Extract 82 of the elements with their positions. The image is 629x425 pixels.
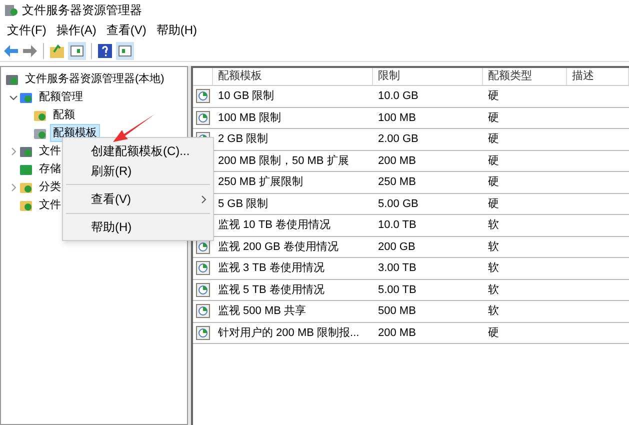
table-cell-text: 软 — [487, 282, 500, 298]
column-header[interactable]: 配额模板 — [213, 68, 373, 85]
table-cell-text: 硬 — [487, 196, 500, 212]
column-header[interactable]: 描述 — [567, 68, 629, 85]
back-icon[interactable] — [3, 44, 19, 58]
table-cell-text: 5.00 GB — [377, 196, 420, 212]
table-cell-text: 2.00 GB — [377, 132, 420, 147]
menu-item[interactable]: 文件(F) — [2, 21, 52, 39]
template-icon — [196, 304, 210, 318]
table-cell-text: 200 MB 限制，50 MB 扩展 — [217, 154, 350, 168]
table-cell-text: 250 MB — [377, 175, 417, 190]
table-cell-text: 200 MB — [377, 326, 417, 340]
menu-item[interactable]: 帮助(H) — [151, 21, 202, 39]
table-cell-text: 硬 — [487, 175, 500, 190]
folder-icon — [33, 108, 47, 122]
tree-item[interactable]: 存储 — [36, 160, 64, 178]
app-icon — [4, 3, 18, 17]
menu-item[interactable]: 操作(A) — [51, 21, 102, 39]
table-cell-text: 硬 — [487, 89, 500, 104]
tree-item[interactable]: 文件服务器资源管理器(本地) — [22, 70, 168, 88]
table-cell-text: 500 MB — [377, 304, 417, 319]
table-cell-text: 硬 — [487, 154, 500, 168]
tree-item[interactable]: 文件 — [36, 196, 64, 214]
table-cell-text: 3.00 TB — [377, 261, 418, 276]
tree-item[interactable]: 分类 — [36, 178, 64, 196]
column-header[interactable]: 限制 — [373, 68, 483, 85]
gadget-icon — [5, 72, 19, 86]
folder-up-icon[interactable] — [49, 42, 65, 58]
menu-item[interactable]: 查看(V) — [63, 188, 213, 210]
chevron-right-icon[interactable] — [8, 182, 18, 192]
forward-icon[interactable] — [22, 44, 38, 58]
table-cell-text: 软 — [487, 218, 500, 233]
menu-item[interactable]: 帮助(H) — [63, 217, 213, 237]
table-cell-text: 硬 — [487, 110, 500, 126]
table-cell-text: 10.0 GB — [377, 89, 420, 104]
gadget-icon — [33, 126, 47, 140]
chevron-down-icon[interactable] — [8, 92, 18, 102]
folder-icon — [19, 198, 33, 212]
table-cell-text: 200 GB — [377, 240, 416, 254]
folder-icon — [19, 180, 33, 194]
table-cell-text: 100 MB 限制 — [217, 110, 282, 126]
chevron-right-icon — [201, 194, 207, 204]
table-cell-text: 100 MB — [377, 110, 417, 126]
template-icon — [196, 261, 210, 276]
table-cell-text: 200 MB — [377, 154, 417, 168]
menu-item[interactable]: 刷新(R) — [63, 161, 213, 181]
gadget-icon — [19, 162, 33, 176]
menu-item[interactable]: 查看(V) — [101, 21, 152, 39]
table-cell-text: 监视 3 TB 卷使用情况 — [217, 261, 326, 276]
gadget-icon — [19, 144, 33, 158]
table-cell-text: 10.0 TB — [377, 218, 418, 233]
table-cell-text: 软 — [487, 240, 500, 254]
table-cell-text: 硬 — [487, 326, 500, 340]
template-icon — [196, 89, 210, 104]
table-cell-text: 10 GB 限制 — [217, 89, 276, 104]
table-cell-text: 监视 10 TB 卷使用情况 — [217, 218, 332, 233]
column-header[interactable]: 配额类型 — [483, 68, 567, 85]
table-cell-text: 软 — [487, 304, 500, 319]
panel-icon[interactable] — [116, 42, 134, 60]
help-icon[interactable] — [97, 42, 113, 58]
table-cell-text: 软 — [487, 261, 500, 276]
table-cell-text: 5 GB 限制 — [217, 196, 270, 212]
table-cell-text: 2 GB 限制 — [217, 132, 270, 147]
gadget-icon — [19, 90, 33, 104]
template-icon — [196, 326, 210, 340]
window-title: 文件服务器资源管理器 — [22, 2, 142, 19]
panel-icon[interactable] — [68, 42, 86, 60]
tree-item[interactable]: 配额管理 — [36, 88, 86, 106]
template-icon — [196, 110, 210, 125]
table-cell-text: 监视 500 MB 共享 — [217, 304, 308, 319]
table-cell-text: 监视 5 TB 卷使用情况 — [217, 282, 326, 298]
tree-item[interactable]: 文件 — [36, 142, 64, 160]
chevron-right-icon[interactable] — [8, 146, 18, 156]
template-icon — [196, 282, 210, 297]
table-cell-text: 硬 — [487, 132, 500, 147]
table-cell-text: 针对用户的 200 MB 限制报... — [217, 326, 360, 340]
table-cell-text: 250 MB 扩展限制 — [217, 174, 304, 190]
menu-item[interactable]: 创建配额模板(C)... — [63, 141, 213, 161]
tree-item[interactable]: 配额 — [50, 106, 78, 124]
table-cell-text: 5.00 TB — [377, 282, 418, 298]
arrow-drawing — [112, 113, 156, 143]
table-cell-text: 监视 200 GB 卷使用情况 — [217, 240, 340, 254]
